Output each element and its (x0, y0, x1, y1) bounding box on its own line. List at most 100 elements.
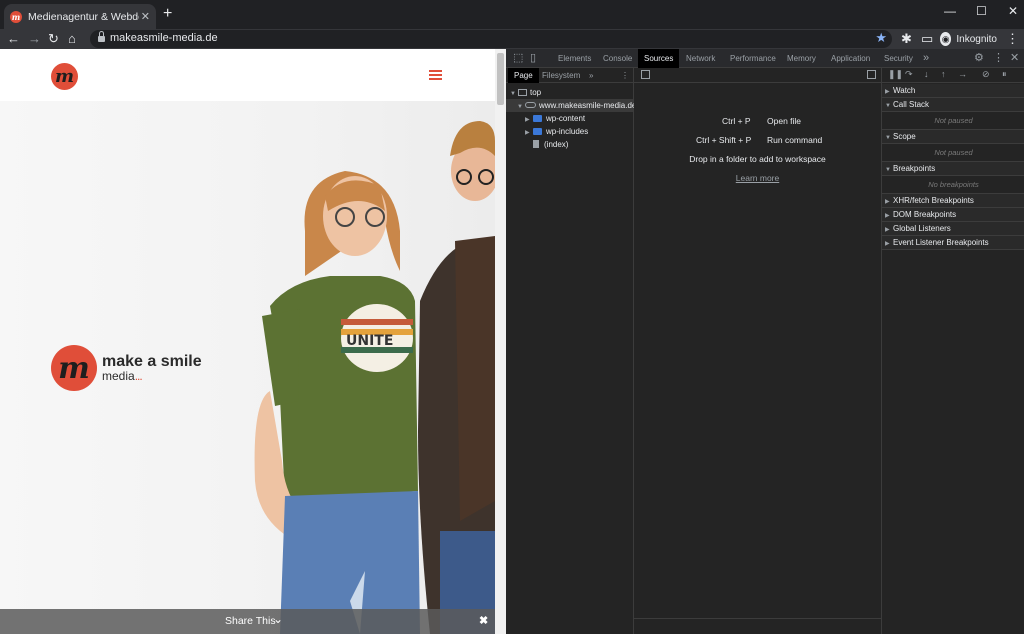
nav-tab-page[interactable]: Page (508, 68, 539, 83)
tree-item-top[interactable]: ▼ top (510, 86, 541, 99)
tab-title: Medienagentur & Webdesign | V (28, 10, 139, 23)
site-header: m (0, 49, 495, 101)
step-over-icon[interactable]: ↷ (905, 69, 913, 80)
minimize-icon[interactable]: — (944, 4, 956, 18)
navigator-pane: Page Filesystem » ⋮ ▼ top ▼ www.makeasmile… (506, 68, 636, 634)
cloud-icon (525, 102, 536, 108)
home-icon[interactable]: ⌂ (68, 31, 76, 47)
share-label[interactable]: Share This (225, 615, 276, 627)
maximize-icon[interactable]: ☐ (976, 4, 987, 18)
hero-image: UNITE m make a smile media... (0, 101, 495, 634)
reload-icon[interactable]: ↻ (48, 31, 59, 47)
url-text[interactable]: makeasmile-media.de (110, 32, 218, 44)
brand-logo: m make a smile media... (51, 345, 202, 391)
tab-strip: m Medienagentur & Webdesign | V ✕ + — ☐ … (0, 0, 1024, 29)
tab-elements[interactable]: Elements (556, 49, 593, 68)
breakpoints-empty: No breakpoints (882, 176, 1024, 194)
folder-icon (533, 115, 542, 122)
device-toolbar-icon[interactable]: ▯ (530, 52, 536, 64)
section-call-stack[interactable]: ▼ Call Stack (882, 98, 1024, 112)
nav-tab-filesystem[interactable]: Filesystem (542, 68, 580, 83)
star-icon[interactable]: ★ (875, 30, 887, 46)
close-devtools-icon[interactable]: ✕ (1010, 52, 1019, 64)
tree-item-file[interactable]: (index) (533, 138, 568, 151)
close-tab-icon[interactable]: ✕ (141, 10, 150, 23)
incognito-icon: ◉ (940, 32, 952, 46)
extensions-icon[interactable]: ✱ (901, 31, 912, 47)
share-bar[interactable]: Share This ⌄ ✖ (0, 609, 495, 634)
menu-icon[interactable]: ⋮ (1006, 31, 1019, 47)
section-dom-breakpoints[interactable]: ▶ DOM Breakpoints (882, 208, 1024, 222)
svg-text:UNITE: UNITE (346, 333, 393, 349)
editor-pane: Ctrl + P Open file Ctrl + Shift + P Run … (634, 68, 881, 634)
chevron-down-icon[interactable]: ⌄ (273, 612, 283, 626)
section-watch[interactable]: ▶ Watch (882, 84, 1024, 98)
learn-more-link[interactable]: Learn more (634, 173, 881, 183)
scrollbar-thumb[interactable] (497, 53, 504, 105)
cast-icon[interactable]: ▭ (921, 31, 933, 47)
debugger-toolbar: ❚❚ ↷ ↓ ↑ → ⊘ ⏸ (882, 68, 1024, 83)
close-icon[interactable]: ✖ (479, 614, 488, 627)
address-bar[interactable]: makeasmile-media.de ★ (90, 30, 892, 48)
section-event-listener-breakpoints[interactable]: ▶ Event Listener Breakpoints (882, 236, 1024, 250)
brand-sub: media... (102, 369, 143, 383)
page-scrollbar[interactable] (495, 49, 506, 634)
toggle-debugger-icon[interactable] (867, 70, 876, 79)
brand-logo-mark: m (51, 345, 97, 391)
devtools-panel: ⬚ ▯ Elements Console Sources Network Per… (506, 49, 1024, 634)
step-into-icon[interactable]: ↓ (924, 69, 929, 79)
section-breakpoints[interactable]: ▼ Breakpoints (882, 162, 1024, 176)
tab-console[interactable]: Console (601, 49, 634, 68)
tree-item-folder[interactable]: ▶ wp-includes (525, 125, 588, 138)
browser-toolbar: ← → ↻ ⌂ makeasmile-media.de ★ ✱ ▭ ◉ Inko… (0, 29, 1024, 49)
tree-item-domain[interactable]: ▼ www.makeasmile-media.de (506, 99, 636, 114)
tab-network[interactable]: Network (684, 49, 717, 68)
nav-menu-icon[interactable]: ⋮ (621, 68, 629, 83)
more-nav-tabs-icon[interactable]: » (589, 68, 593, 83)
more-tabs-icon[interactable]: » (923, 52, 929, 64)
shortcut-action: Run command (767, 135, 823, 145)
scope-empty: Not paused (882, 144, 1024, 162)
tab-application[interactable]: Application (829, 49, 872, 68)
editor-footer (634, 618, 881, 634)
debugger-pane: ❚❚ ↷ ↓ ↑ → ⊘ ⏸ ▶ Watch ▼ Call Stack Not pa… (881, 68, 1024, 634)
shortcut-action: Open file (767, 116, 802, 126)
section-xhr-breakpoints[interactable]: ▶ XHR/fetch Breakpoints (882, 194, 1024, 208)
pause-icon[interactable]: ❚❚ (888, 69, 903, 80)
folder-icon (533, 128, 542, 135)
pause-on-exceptions-icon[interactable]: ⏸ (1002, 69, 1007, 80)
lock-icon (98, 31, 105, 42)
new-tab-icon[interactable]: + (163, 6, 172, 22)
step-icon[interactable]: → (958, 69, 967, 79)
incognito-indicator[interactable]: ◉ Inkognito (940, 30, 997, 48)
deactivate-breakpoints-icon[interactable]: ⊘ (982, 69, 990, 80)
hamburger-menu-icon[interactable] (429, 70, 442, 80)
call-stack-empty: Not paused (882, 112, 1024, 130)
devtools-tabbar: ⬚ ▯ Elements Console Sources Network Per… (506, 49, 1024, 68)
tree-item-folder[interactable]: ▶ wp-content (525, 112, 585, 125)
section-scope[interactable]: ▼ Scope (882, 130, 1024, 144)
forward-icon[interactable]: → (28, 31, 41, 47)
section-global-listeners[interactable]: ▶ Global Listeners (882, 222, 1024, 236)
navigator-tabs: Page Filesystem » ⋮ (506, 68, 633, 83)
site-logo[interactable]: m (51, 63, 78, 90)
close-window-icon[interactable]: ✕ (1008, 4, 1018, 18)
tab-performance[interactable]: Performance (728, 49, 778, 68)
settings-icon[interactable]: ⚙ (974, 52, 984, 64)
step-out-icon[interactable]: ↑ (941, 69, 946, 79)
incognito-label: Inkognito (956, 33, 997, 45)
more-options-icon[interactable]: ⋮ (993, 52, 1004, 64)
shortcut-keys: Ctrl + P (722, 116, 751, 126)
tab-security[interactable]: Security (882, 49, 915, 68)
tab-sources[interactable]: Sources (638, 49, 680, 68)
inspect-icon[interactable]: ⬚ (513, 52, 523, 64)
expand-icon[interactable]: ▼ (517, 101, 525, 114)
brand-name: make a smile (102, 353, 202, 370)
expand-icon[interactable]: ▶ (525, 127, 533, 140)
toggle-navigator-icon[interactable] (641, 70, 650, 79)
back-icon[interactable]: ← (7, 31, 20, 47)
browser-tab[interactable]: m Medienagentur & Webdesign | V ✕ (4, 4, 156, 29)
tab-memory[interactable]: Memory (785, 49, 818, 68)
favicon-icon: m (10, 10, 22, 23)
shortcut-keys: Ctrl + Shift + P (696, 135, 752, 145)
